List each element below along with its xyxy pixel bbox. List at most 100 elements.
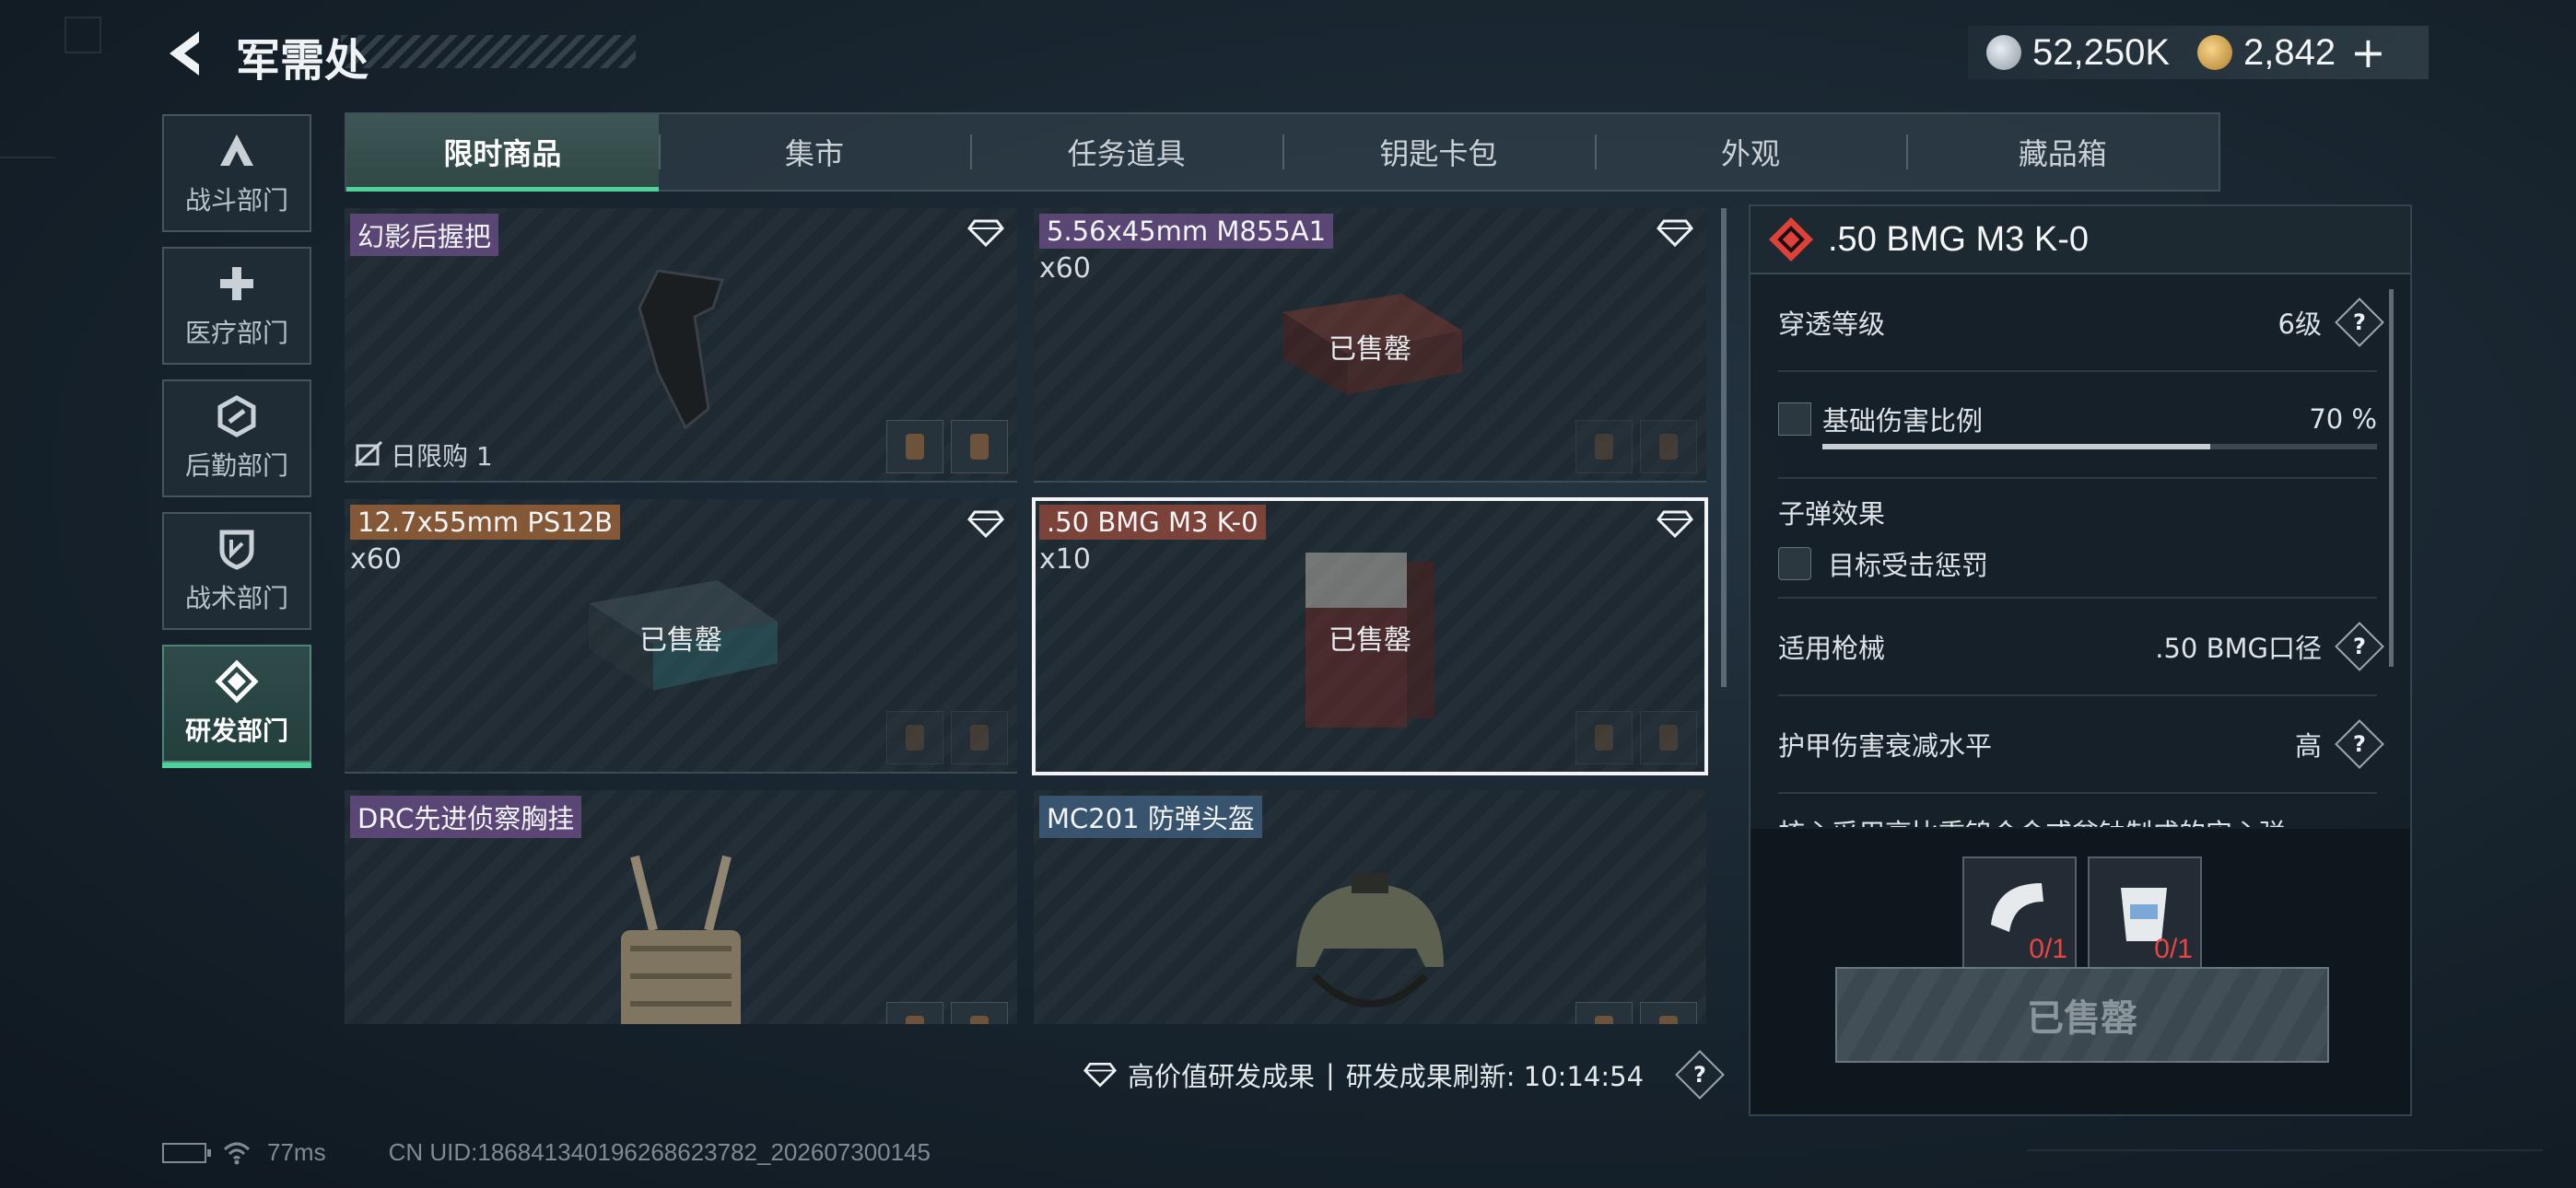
related-items <box>886 711 1008 764</box>
weapon-help-button[interactable]: ? <box>2335 622 2384 671</box>
back-button[interactable] <box>162 28 208 79</box>
limit-icon <box>354 440 383 468</box>
detail-header: .50 BMG M3 K-0 <box>1751 206 2410 274</box>
related-item-thumb[interactable] <box>1575 1002 1633 1024</box>
related-item-thumb[interactable] <box>1640 420 1697 473</box>
logistics-icon <box>217 395 256 437</box>
rarity-diamond-icon <box>1767 215 1815 263</box>
related-items <box>1575 420 1697 473</box>
limit-text: 日限购 1 <box>391 441 493 472</box>
detail-attributes[interactable]: 穿透等级 6级 ? 基础伤害比例 70 % 子弹效果 目标受击惩罚 适用枪械 .… <box>1751 274 2410 827</box>
tab-collection-box[interactable]: 藏品箱 <box>1906 114 2219 190</box>
armor-value: 高 <box>2294 730 2322 762</box>
item-card[interactable]: 12.7x55mm PS12B x60 已售罄 <box>345 499 1017 774</box>
sold-out-label: 已售罄 <box>1329 624 1411 657</box>
item-name: 幻影后握把 <box>350 214 499 256</box>
combat-icon <box>220 134 253 166</box>
help-button[interactable]: ? <box>1675 1050 1725 1100</box>
sold-out-label: 已售罄 <box>1329 333 1411 366</box>
tab-task-items[interactable]: 任务道具 <box>970 114 1282 190</box>
separator: | <box>1326 1059 1335 1090</box>
required-item-slot[interactable]: 0/1 <box>1962 856 2077 971</box>
required-item-slot[interactable]: 0/1 <box>2088 856 2202 971</box>
purchase-button-disabled[interactable]: 已售罄 <box>1835 967 2329 1063</box>
item-name: 12.7x55mm PS12B <box>350 505 621 540</box>
high-value-gem-icon <box>1657 219 1693 247</box>
item-description: 核心采用高比重钨合金或贫铀制成的实心弹 <box>1778 794 2377 827</box>
related-item-thumb[interactable] <box>1640 1002 1697 1024</box>
penetration-label: 穿透等级 <box>1778 309 1886 340</box>
dept-label: 战术部门 <box>184 583 288 613</box>
dept-research[interactable]: 研发部门 <box>162 645 311 768</box>
tab-market[interactable]: 集市 <box>658 114 971 190</box>
required-count: 0/1 <box>2154 934 2193 964</box>
title-stripe-decoration <box>341 35 636 68</box>
purchase-limit: 日限购 1 <box>354 437 493 473</box>
related-item-thumb[interactable] <box>951 711 1008 764</box>
armor-label: 护甲伤害衰减水平 <box>1778 730 1993 762</box>
detail-scrollbar[interactable] <box>2389 289 2394 667</box>
related-item-thumb[interactable] <box>1575 711 1633 764</box>
dept-label: 战斗部门 <box>184 185 288 215</box>
related-item-thumb[interactable] <box>886 420 943 473</box>
item-quantity: x10 <box>1039 543 1091 576</box>
tab-keycards[interactable]: 钥匙卡包 <box>1282 114 1595 190</box>
high-value-gem-icon <box>967 219 1004 247</box>
penetration-row: 穿透等级 6级 ? <box>1778 274 2384 372</box>
related-items <box>886 1002 1008 1024</box>
help-icon: ? <box>2353 730 2366 757</box>
weapon-label: 适用枪械 <box>1778 633 1886 664</box>
silver-currency-value: 52,250K <box>2032 31 2171 73</box>
related-item-thumb[interactable] <box>951 1002 1008 1024</box>
related-item-thumb[interactable] <box>886 1002 943 1024</box>
damage-bar <box>1822 444 2377 449</box>
item-quantity: x60 <box>1039 252 1091 285</box>
item-card[interactable]: DRC先进侦察胸挂 <box>345 790 1017 1024</box>
item-card-selected[interactable]: .50 BMG M3 K-0 x10 已售罄 <box>1032 497 1708 775</box>
high-value-label: 高价值研发成果 <box>1128 1061 1316 1092</box>
page-title: 军需处 <box>236 35 369 87</box>
gold-currency-value: 2,842 <box>2243 31 2336 73</box>
silver-coin-icon <box>1986 35 2021 70</box>
dept-medical[interactable]: 医疗部门 <box>162 247 311 365</box>
wifi-icon <box>223 1142 251 1164</box>
item-card[interactable]: 5.56x45mm M855A1 x60 已售罄 <box>1034 208 1706 483</box>
item-name: 5.56x45mm M855A1 <box>1039 214 1334 249</box>
grip-image <box>638 269 724 430</box>
item-card[interactable]: MC201 防弹头盔 <box>1034 790 1706 1024</box>
currency-bar: 52,250K 2,842 + <box>1968 26 2429 79</box>
dept-combat[interactable]: 战斗部门 <box>162 114 311 232</box>
item-name: DRC先进侦察胸挂 <box>350 796 582 838</box>
related-item-thumb[interactable] <box>1575 420 1633 473</box>
ping-value: 77ms <box>267 1138 326 1166</box>
damage-icon <box>1778 402 1811 436</box>
item-name: MC201 防弹头盔 <box>1039 796 1262 838</box>
damage-row: 基础伤害比例 70 % <box>1778 372 2377 479</box>
battery-icon <box>162 1142 211 1163</box>
high-value-gem-icon <box>1083 1062 1117 1088</box>
weapon-row: 适用枪械 .50 BMG口径 ? <box>1778 599 2384 696</box>
add-currency-button[interactable]: + <box>2350 28 2386 77</box>
purchase-section: 0/1 0/1 已售罄 <box>1751 829 2410 1114</box>
damage-bar-fill <box>1822 444 2211 449</box>
armor-help-button[interactable]: ? <box>2335 719 2384 769</box>
medical-cross-icon <box>220 267 253 300</box>
chest-rig-image <box>621 855 741 1024</box>
tab-limited[interactable]: 限时商品 <box>346 114 659 192</box>
dept-tactical[interactable]: 战术部门 <box>162 512 311 630</box>
dept-logistics[interactable]: 后勤部门 <box>162 379 311 497</box>
weapon-value: .50 BMG口径 <box>2155 633 2322 664</box>
related-item-thumb[interactable] <box>1640 711 1697 764</box>
penetration-value: 6级 <box>2277 309 2322 340</box>
related-item-thumb[interactable] <box>951 420 1008 473</box>
item-card[interactable]: 幻影后握把 日限购 1 <box>345 208 1017 483</box>
penetration-help-button[interactable]: ? <box>2335 297 2384 347</box>
related-item-thumb[interactable] <box>886 711 943 764</box>
grid-scrollbar[interactable] <box>1721 208 1727 687</box>
high-value-gem-icon <box>967 510 1004 538</box>
gold-coin-icon <box>2197 35 2233 70</box>
tab-appearance[interactable]: 外观 <box>1594 114 1907 190</box>
dept-label: 研发部门 <box>184 716 288 746</box>
refresh-timer: 研发成果刷新: 10:14:54 <box>1345 1061 1645 1092</box>
decor-line <box>0 157 55 158</box>
